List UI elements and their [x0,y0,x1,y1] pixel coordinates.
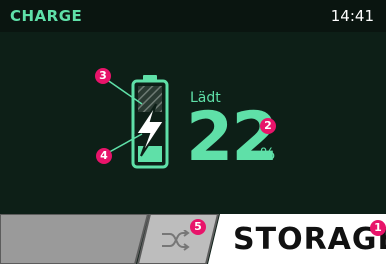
callout-3: 3 [95,68,111,84]
callout-5: 5 [190,219,206,235]
mode-tabs: 5 STORAGE 1 [0,214,386,264]
callout-2: 2 [260,118,276,134]
percent-unit: % [260,144,276,163]
tab-blank[interactable] [0,214,140,264]
callout-1: 1 [370,220,386,236]
tab-storage[interactable]: STORAGE [215,214,386,264]
charge-screen: CHARGE 14:41 3 4 Lädt 22 % 2 5 STORAGE 1 [0,0,386,264]
callout-4: 4 [96,148,112,164]
shuffle-icon [162,230,190,251]
storage-label: STORAGE [233,222,386,257]
